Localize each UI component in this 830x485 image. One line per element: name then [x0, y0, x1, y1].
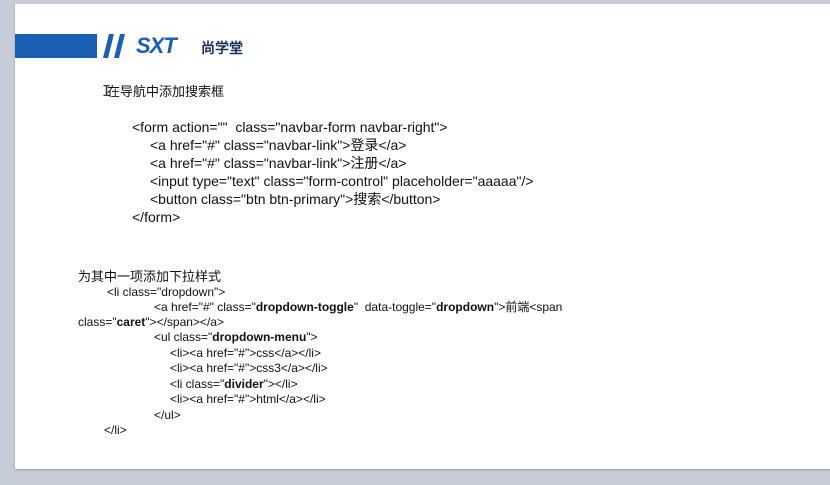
code-line: <ul class="dropdown-menu"> [154, 330, 318, 344]
section2-heading: 为其中一项添加下拉样式 [78, 270, 222, 285]
code-line: <button class="btn btn-primary">搜索</butt… [150, 191, 441, 207]
code-line: </ul> [154, 408, 181, 422]
code-line: <li class="dropdown"> [107, 285, 226, 299]
code-line: <a href="#" class="dropdown-toggle" data… [154, 300, 563, 314]
code-line: <form action="" class="navbar-form navba… [132, 119, 448, 135]
code-line: <input type="text" class="form-control" … [150, 173, 534, 189]
code-line: <li><a href="#">html</a></li> [170, 392, 326, 406]
code-line: <a href="#" class="navbar-link">登录</a> [150, 137, 407, 153]
logo-bar [15, 34, 97, 58]
code-line: <li><a href="#">css</a></li> [170, 346, 321, 360]
code-line: <li><a href="#">css3</a></li> [170, 361, 328, 375]
code-line: class="caret"></span></a> [78, 315, 224, 329]
code-line: <a href="#" class="navbar-link">注册</a> [150, 155, 407, 171]
logo-stripes-icon [103, 34, 125, 58]
logo-text: SXT [136, 33, 177, 58]
section1-heading: 在导航中添加搜索框 [107, 85, 225, 100]
logo-chinese-text: 尚学堂 [201, 41, 243, 57]
code-line: </li> [104, 423, 127, 437]
code-line: <li class="divider"></li> [170, 377, 298, 391]
code-line: </form> [132, 209, 181, 225]
slide: SXT 尚学堂 I 在导航中添加搜索框 <form action="" clas… [15, 4, 830, 469]
